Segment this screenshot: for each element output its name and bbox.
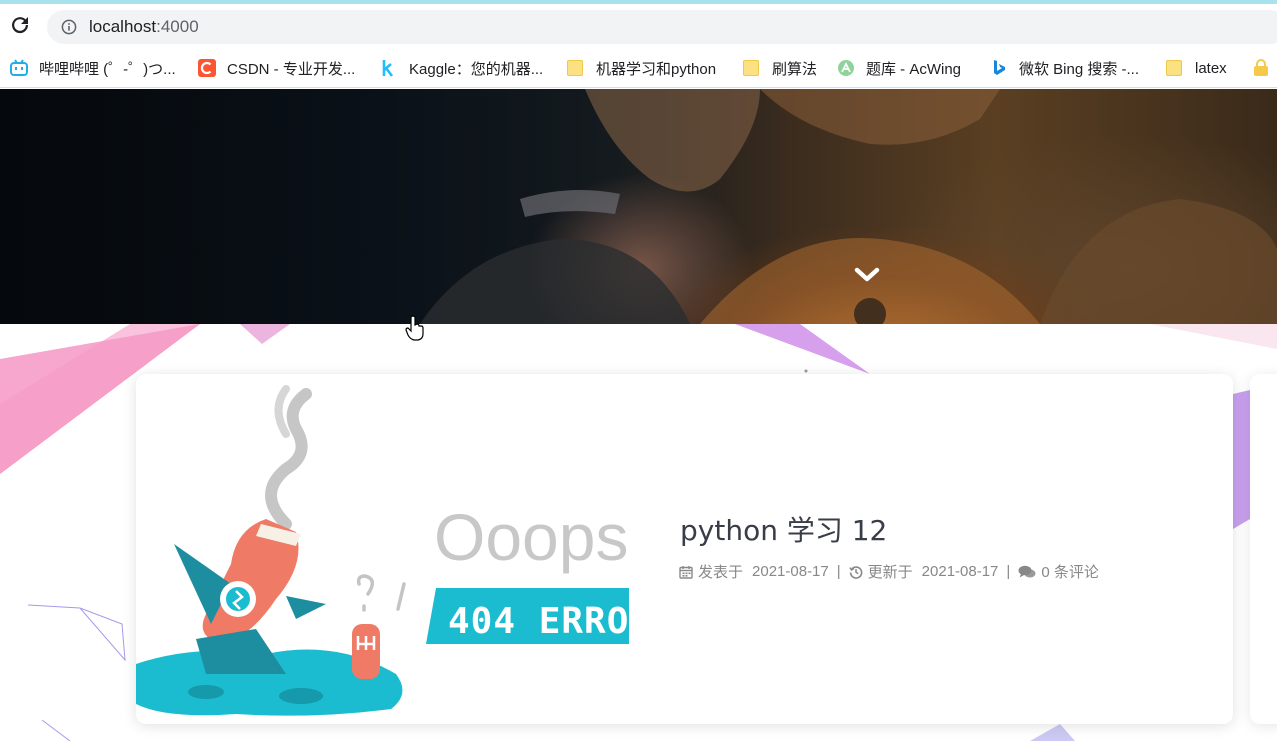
- bookmark-label: CSDN - 专业开发...: [227, 60, 356, 78]
- bookmark-label: 刷算法: [772, 60, 818, 78]
- url-text: localhost:4000: [89, 17, 199, 37]
- bilibili-icon: [10, 59, 28, 76]
- comments-count[interactable]: 0 条评论: [1041, 561, 1099, 582]
- csdn-icon: [198, 59, 216, 77]
- bookmark-folder-algorithms[interactable]: 刷算法: [743, 57, 817, 79]
- bookmark-acwing[interactable]: 题库 - AcWing: [837, 57, 961, 79]
- thumbnail-error-text: 404 ERROR: [448, 601, 629, 642]
- url-host: localhost: [89, 17, 157, 36]
- calendar-icon: [679, 565, 693, 579]
- bookmark-label: 题库 - AcWing: [866, 60, 962, 78]
- chevron-down-icon[interactable]: [854, 265, 880, 285]
- hero-banner: [0, 89, 1277, 324]
- bookmark-bing[interactable]: 微软 Bing 搜索 -...: [990, 57, 1139, 79]
- site-info-icon[interactable]: [61, 19, 77, 35]
- acwing-icon: [838, 60, 854, 76]
- meta-separator: |: [1006, 563, 1011, 580]
- bookmark-csdn[interactable]: CSDN - 专业开发...: [198, 57, 355, 79]
- post-thumbnail[interactable]: Ooops 404 ERROR: [136, 374, 629, 724]
- updated-label: 更新于: [867, 564, 913, 581]
- published-date: 2021-08-17: [752, 563, 829, 580]
- kaggle-icon: [382, 60, 394, 77]
- post-card[interactable]: Ooops 404 ERROR python 学习 12 发表于 2021-08…: [136, 374, 1233, 724]
- bookmark-label: 哔哩哔哩 (゜-゜)つ...: [39, 60, 176, 78]
- hand-cursor-icon: [405, 315, 424, 341]
- reload-icon[interactable]: [8, 13, 32, 37]
- updated-date: 2021-08-17: [921, 563, 999, 580]
- folder-icon: [1166, 60, 1182, 76]
- side-card: [1250, 374, 1277, 724]
- bookmark-label: 微软 Bing 搜索 -...: [1019, 60, 1140, 78]
- browser-toolbar: localhost:4000: [0, 4, 1277, 48]
- post-meta: 发表于 2021-08-17 | 更新于 2021-08-17 | 0 条评论: [679, 561, 1099, 582]
- bookmark-overflow[interactable]: [1252, 57, 1277, 79]
- address-bar[interactable]: localhost:4000: [47, 10, 1277, 44]
- post-title[interactable]: python 学习 12: [680, 509, 887, 549]
- bookmark-label: Kaggle：您的机器...: [409, 60, 544, 78]
- bing-icon: [994, 60, 1005, 75]
- comments-icon: [1018, 565, 1036, 577]
- bookmarks-bar: 哔哩哔哩 (゜-゜)つ... CSDN - 专业开发... Kaggle：您的机…: [0, 48, 1277, 88]
- meta-separator: |: [836, 563, 841, 580]
- thumbnail-ooops-text: Ooops: [434, 500, 628, 574]
- bookmark-folder-ml-python[interactable]: 机器学习和python: [567, 57, 716, 79]
- lock-folder-icon: [1254, 59, 1268, 76]
- published-label: 发表于: [698, 564, 744, 581]
- bookmark-folder-latex[interactable]: latex: [1166, 57, 1227, 79]
- folder-icon: [743, 60, 759, 76]
- banner-artwork: [420, 89, 1277, 324]
- bookmark-label: latex: [1195, 59, 1227, 77]
- url-port: :4000: [156, 17, 199, 36]
- bookmark-bilibili[interactable]: 哔哩哔哩 (゜-゜)つ...: [10, 57, 176, 79]
- history-icon: [848, 565, 863, 579]
- folder-icon: [567, 60, 583, 76]
- bookmark-label: 机器学习和python: [596, 60, 717, 78]
- bookmark-kaggle[interactable]: Kaggle：您的机器...: [380, 57, 543, 79]
